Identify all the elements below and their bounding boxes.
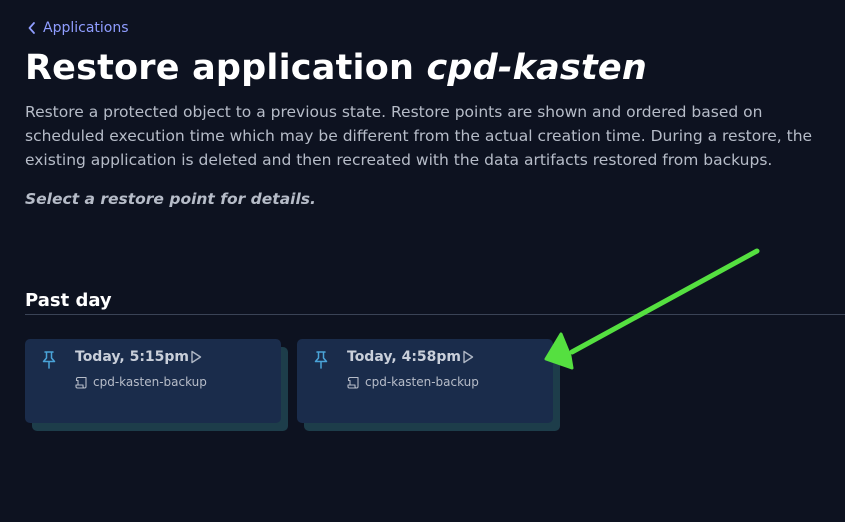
restore-point-policy: cpd-kasten-backup [347,375,479,389]
section-title-past-day: Past day [25,290,112,311]
section-divider [25,314,845,315]
scroll-icon [75,376,87,389]
breadcrumb-applications-link[interactable]: Applications [27,20,129,36]
restore-point-time: Today, 5:15pm [75,349,190,365]
restore-point-card-wrapper: Today, 4:58pm cpd-kasten-backup [297,339,560,431]
restore-point-card[interactable]: Today, 4:58pm cpd-kasten-backup [297,339,553,423]
breadcrumb-label: Applications [43,20,129,36]
play-icon[interactable] [462,350,474,364]
restore-application-page: Applications Restore application cpd-kas… [0,0,845,522]
pin-icon [42,351,56,369]
restore-point-policy-name: cpd-kasten-backup [365,375,479,389]
chevron-left-icon [28,22,35,34]
restore-point-policy: cpd-kasten-backup [75,375,207,389]
scroll-icon [347,376,359,389]
page-title-prefix: Restore application [25,48,415,88]
restore-point-card[interactable]: Today, 5:15pm cpd-kasten-backup [25,339,281,423]
page-title-app-name: cpd-kasten [426,48,647,88]
restore-point-policy-name: cpd-kasten-backup [93,375,207,389]
pin-icon [314,351,328,369]
play-icon[interactable] [190,350,202,364]
restore-point-card-wrapper: Today, 5:15pm cpd-kasten-backup [25,339,288,431]
page-description: Restore a protected object to a previous… [25,103,813,169]
page-title: Restore application cpd-kasten [25,48,647,88]
restore-point-time: Today, 4:58pm [347,349,462,365]
select-restore-point-hint: Select a restore point for details. [25,190,316,208]
